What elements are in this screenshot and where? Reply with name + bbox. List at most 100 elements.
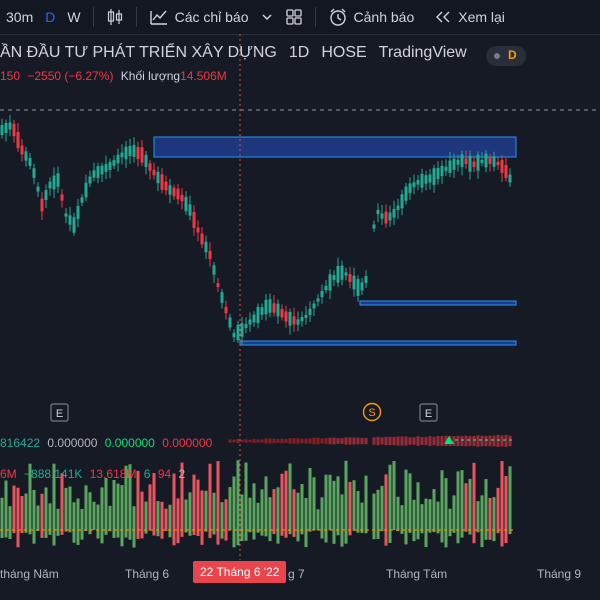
volume-bar: [464, 483, 468, 532]
volume-bar: [348, 481, 352, 536]
volume-bar: [120, 485, 124, 547]
earnings-marker[interactable]: E: [50, 403, 69, 422]
histogram-bar: [360, 437, 364, 445]
candle: [376, 203, 380, 223]
histogram-bar: [280, 438, 284, 444]
indicator-legend-2: 6M −888.141K 13.618M 6 94 2: [0, 467, 185, 481]
histogram-bar: [252, 439, 256, 443]
candle: [208, 242, 212, 267]
histogram-bar: [476, 435, 480, 447]
candle: [504, 157, 508, 182]
volume-bar: [144, 501, 148, 534]
candle: [188, 195, 192, 221]
candle: [244, 317, 248, 334]
candle: [204, 235, 208, 259]
histogram-bar: [240, 439, 244, 443]
histogram-bar: [340, 438, 344, 444]
volume-bar: [504, 476, 508, 544]
candle: [424, 170, 428, 191]
volume-bar: [132, 506, 136, 548]
indicator2-value-3: 13.618M: [89, 467, 137, 481]
volume-bar: [96, 504, 100, 539]
earnings-marker[interactable]: E: [419, 403, 438, 422]
volume-bar: [152, 473, 156, 536]
candle: [64, 208, 68, 224]
candle: [436, 161, 440, 185]
volume-bar: [72, 502, 76, 543]
candle: [180, 188, 184, 210]
candle: [224, 300, 228, 320]
histogram-bar: [316, 437, 320, 445]
volume-bar: [104, 478, 108, 535]
candle: [112, 155, 116, 169]
candle: [132, 137, 136, 163]
candle: [156, 166, 160, 192]
indicator2-value-1: 6M: [0, 467, 17, 481]
candle: [292, 307, 296, 332]
candle: [68, 207, 72, 232]
volume-bar: [468, 478, 472, 535]
volume-bar: [312, 477, 316, 531]
volume-bar: [56, 508, 60, 536]
volume-bar: [496, 487, 500, 534]
candle: [116, 148, 120, 172]
candle: [320, 284, 324, 304]
time-axis[interactable]: tháng Năm Tháng 6 g 7 Tháng Tám Tháng 9 …: [0, 558, 600, 600]
candle: [328, 269, 332, 299]
candle: [32, 163, 36, 185]
volume-bar: [84, 485, 88, 531]
volume-bar: [284, 470, 288, 538]
candle: [384, 204, 388, 228]
histogram-bar: [256, 439, 260, 443]
volume-bar: [324, 474, 328, 543]
volume-bar: [488, 497, 492, 540]
volume-bar: [336, 476, 340, 536]
candle: [388, 205, 392, 227]
candle: [408, 177, 412, 201]
volume-bar: [76, 498, 80, 545]
histogram-bar: [248, 439, 252, 443]
candle: [360, 277, 364, 295]
candle: [184, 191, 188, 215]
candle: [164, 175, 168, 196]
volume-bar: [340, 494, 344, 547]
histogram-bar: [304, 438, 308, 444]
indicator2-value-6: 2: [178, 467, 186, 481]
volume-bar: [260, 489, 264, 536]
volume-bar: [344, 460, 348, 544]
candle: [348, 266, 352, 289]
volume-bar: [236, 460, 240, 546]
histogram-bar: [296, 438, 300, 444]
candle: [420, 168, 424, 193]
volume-bar: [192, 474, 196, 535]
split-marker[interactable]: S: [362, 402, 382, 422]
volume-bar: [244, 462, 248, 541]
candle: [20, 139, 24, 162]
indicator-legend-1: 816422 0.000000 0.000000 0.000000: [0, 436, 212, 450]
candle: [28, 152, 32, 170]
candle: [276, 299, 280, 324]
candle: [508, 168, 512, 187]
histogram-bar: [436, 435, 440, 447]
candle: [356, 275, 360, 302]
candle: [76, 199, 80, 228]
histogram-bar: [236, 439, 240, 443]
volume-bar: [404, 469, 408, 545]
volume-bar: [432, 489, 436, 533]
candle: [472, 155, 476, 173]
histogram-bar: [344, 437, 348, 445]
candle: [252, 311, 256, 327]
histogram-bar: [416, 436, 420, 446]
candle: [496, 157, 500, 170]
volume-bar: [24, 493, 28, 533]
candle: [84, 174, 88, 202]
histogram-bar: [404, 436, 408, 446]
volume-bar: [376, 489, 380, 540]
volume-bar: [384, 474, 388, 546]
volume-bar: [40, 493, 44, 538]
volume-bar: [204, 490, 208, 532]
histogram-bar: [468, 435, 472, 447]
histogram-bar: [352, 437, 356, 445]
histogram-bar: [392, 436, 396, 446]
candle: [24, 146, 28, 167]
